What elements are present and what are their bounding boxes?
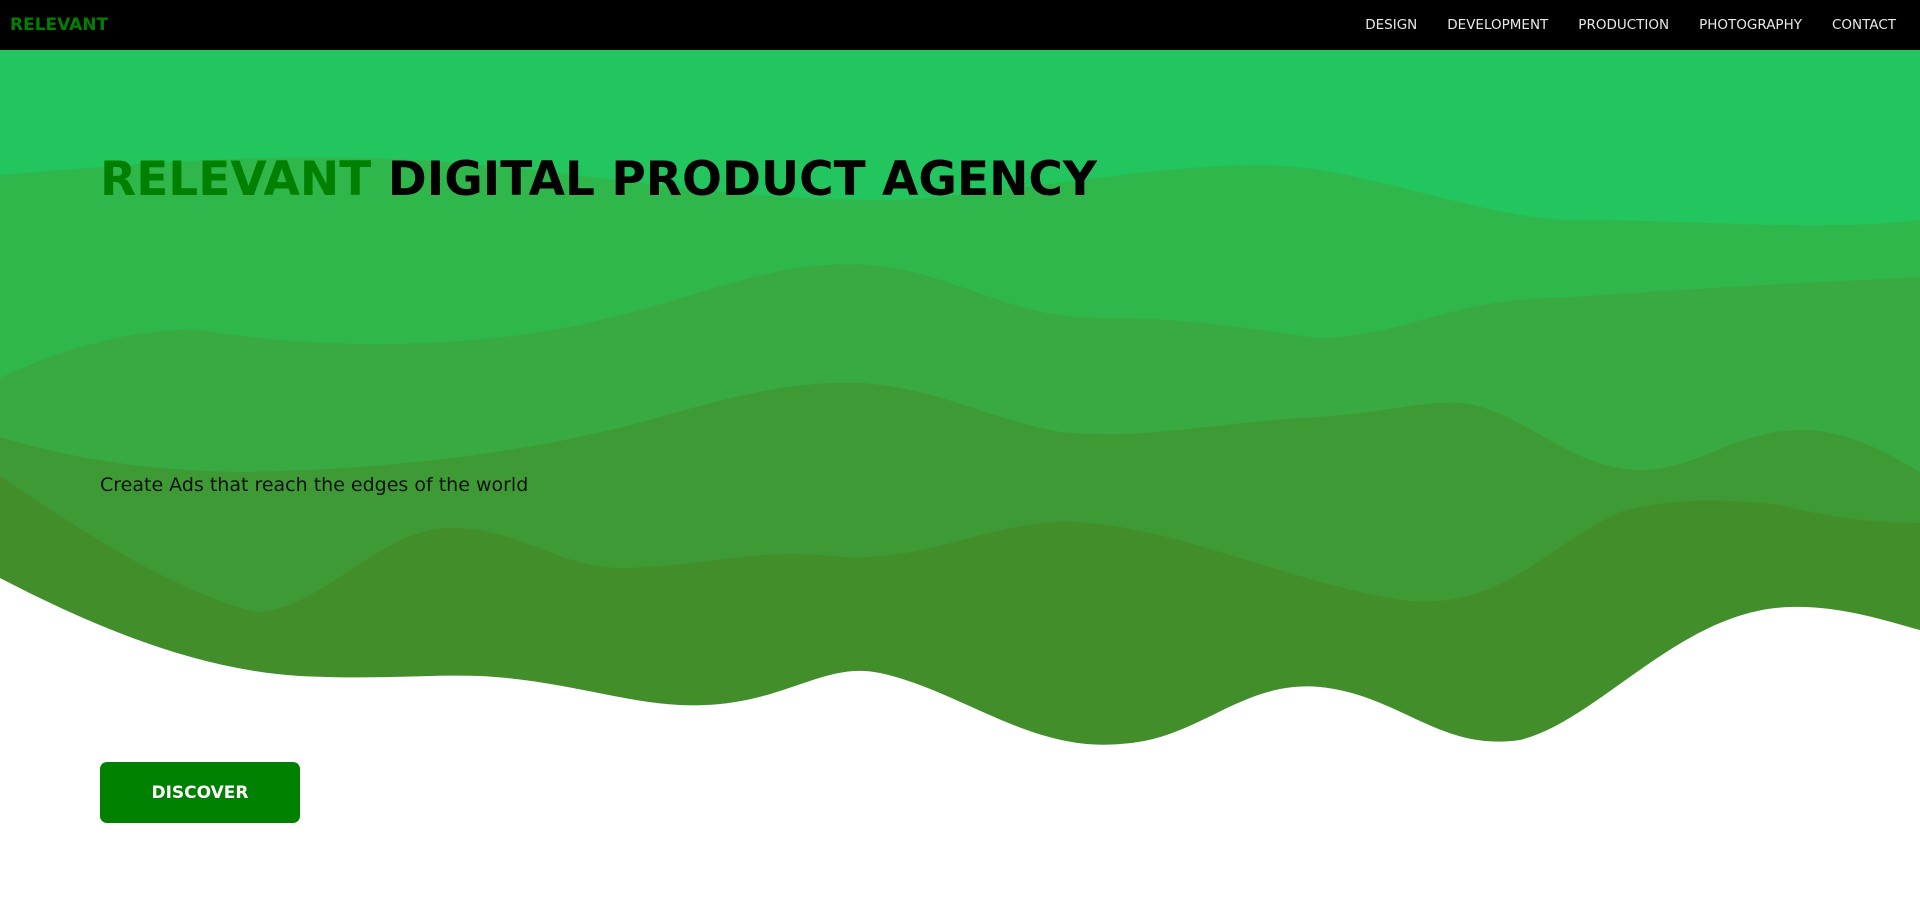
main-nav: DESIGN DEVELOPMENT PRODUCTION PHOTOGRAPH… [1365,0,1896,50]
nav-link-design[interactable]: DESIGN [1365,0,1417,50]
nav-link-photography[interactable]: PHOTOGRAPHY [1699,0,1802,50]
headline-brand: RELEVANT [100,152,372,207]
hero-tagline: Create Ads that reach the edges of the w… [100,474,529,496]
hero-headline: RELEVANT DIGITAL PRODUCT AGENCY [100,150,1097,210]
nav-link-development[interactable]: DEVELOPMENT [1447,0,1548,50]
discover-button[interactable]: DISCOVER [100,762,300,823]
nav-link-contact[interactable]: CONTACT [1832,0,1896,50]
nav-link-production[interactable]: PRODUCTION [1578,0,1669,50]
headline-text: DIGITAL PRODUCT AGENCY [387,152,1097,207]
top-navbar: RELEVANT DESIGN DEVELOPMENT PRODUCTION P… [0,0,1920,50]
logo-link[interactable]: RELEVANT [10,0,108,50]
